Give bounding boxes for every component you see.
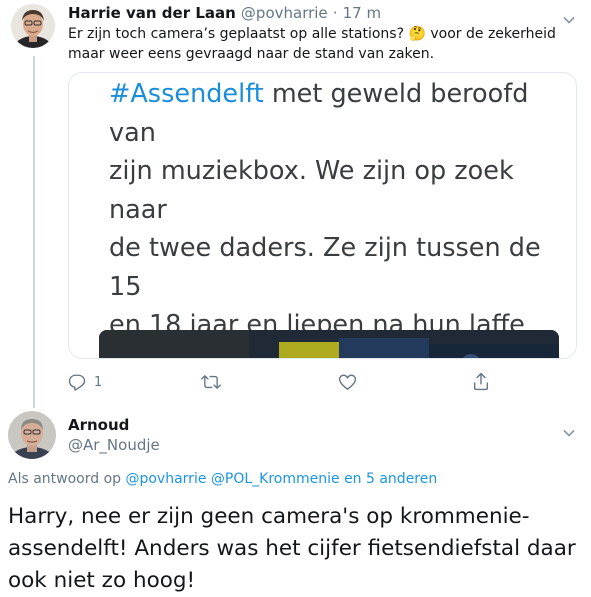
like-button[interactable] bbox=[338, 373, 357, 391]
reply-count: 1 bbox=[94, 374, 103, 390]
separator-dot: · bbox=[332, 4, 338, 22]
reply-icon bbox=[68, 374, 86, 391]
tweet-text: Er zijn toch camera’s geplaatst op alle … bbox=[68, 24, 578, 64]
avatar-arnoud-image bbox=[8, 411, 56, 459]
heart-icon bbox=[338, 374, 357, 391]
avatar-harrie-image bbox=[11, 4, 55, 48]
hashtag-assendelft: #Assendelft bbox=[109, 79, 264, 109]
author-name[interactable]: Arnoud bbox=[68, 416, 129, 434]
reply-prefix: Als antwoord op bbox=[8, 471, 126, 487]
author-handle[interactable]: @povharrie bbox=[241, 4, 328, 22]
tweet-text-part1: Er zijn toch camera’s geplaatst op alle … bbox=[68, 26, 409, 42]
author-handle[interactable]: @Ar_Noudje bbox=[68, 436, 160, 454]
share-icon bbox=[473, 372, 489, 391]
avatar[interactable] bbox=[8, 411, 56, 459]
embedded-screenshot-text: #Assendelft met geweld beroofd van zijn … bbox=[109, 75, 559, 358]
chevron-down-icon[interactable] bbox=[563, 422, 575, 441]
author-name[interactable]: Harrie van der Laan bbox=[68, 4, 236, 22]
retweet-icon bbox=[201, 375, 221, 389]
reply-users-link[interactable]: @povharrie @POL_Krommenie en 5 anderen bbox=[125, 471, 437, 487]
embedded-text-1: met geweld beroofd van zijn muziekbox. W… bbox=[109, 79, 541, 358]
tweet-text: Harry, nee er zijn geen camera's op krom… bbox=[8, 504, 576, 593]
embedded-photo-strip bbox=[99, 330, 559, 358]
reply-context: Als antwoord op @povharrie @POL_Krommeni… bbox=[8, 471, 437, 487]
retweet-button[interactable] bbox=[201, 373, 221, 391]
tweet1-header: Harrie van der Laan @povharrie · 17 m bbox=[68, 3, 381, 22]
media-card[interactable]: #Assendelft met geweld beroofd van zijn … bbox=[68, 72, 577, 359]
thread-connector-line bbox=[33, 56, 35, 408]
tweet-time[interactable]: 17 m bbox=[343, 4, 381, 22]
reply-button[interactable]: 1 bbox=[68, 373, 102, 391]
share-button[interactable] bbox=[472, 372, 490, 391]
thinking-face-emoji: 🤔 bbox=[408, 26, 426, 42]
avatar[interactable] bbox=[11, 4, 55, 48]
